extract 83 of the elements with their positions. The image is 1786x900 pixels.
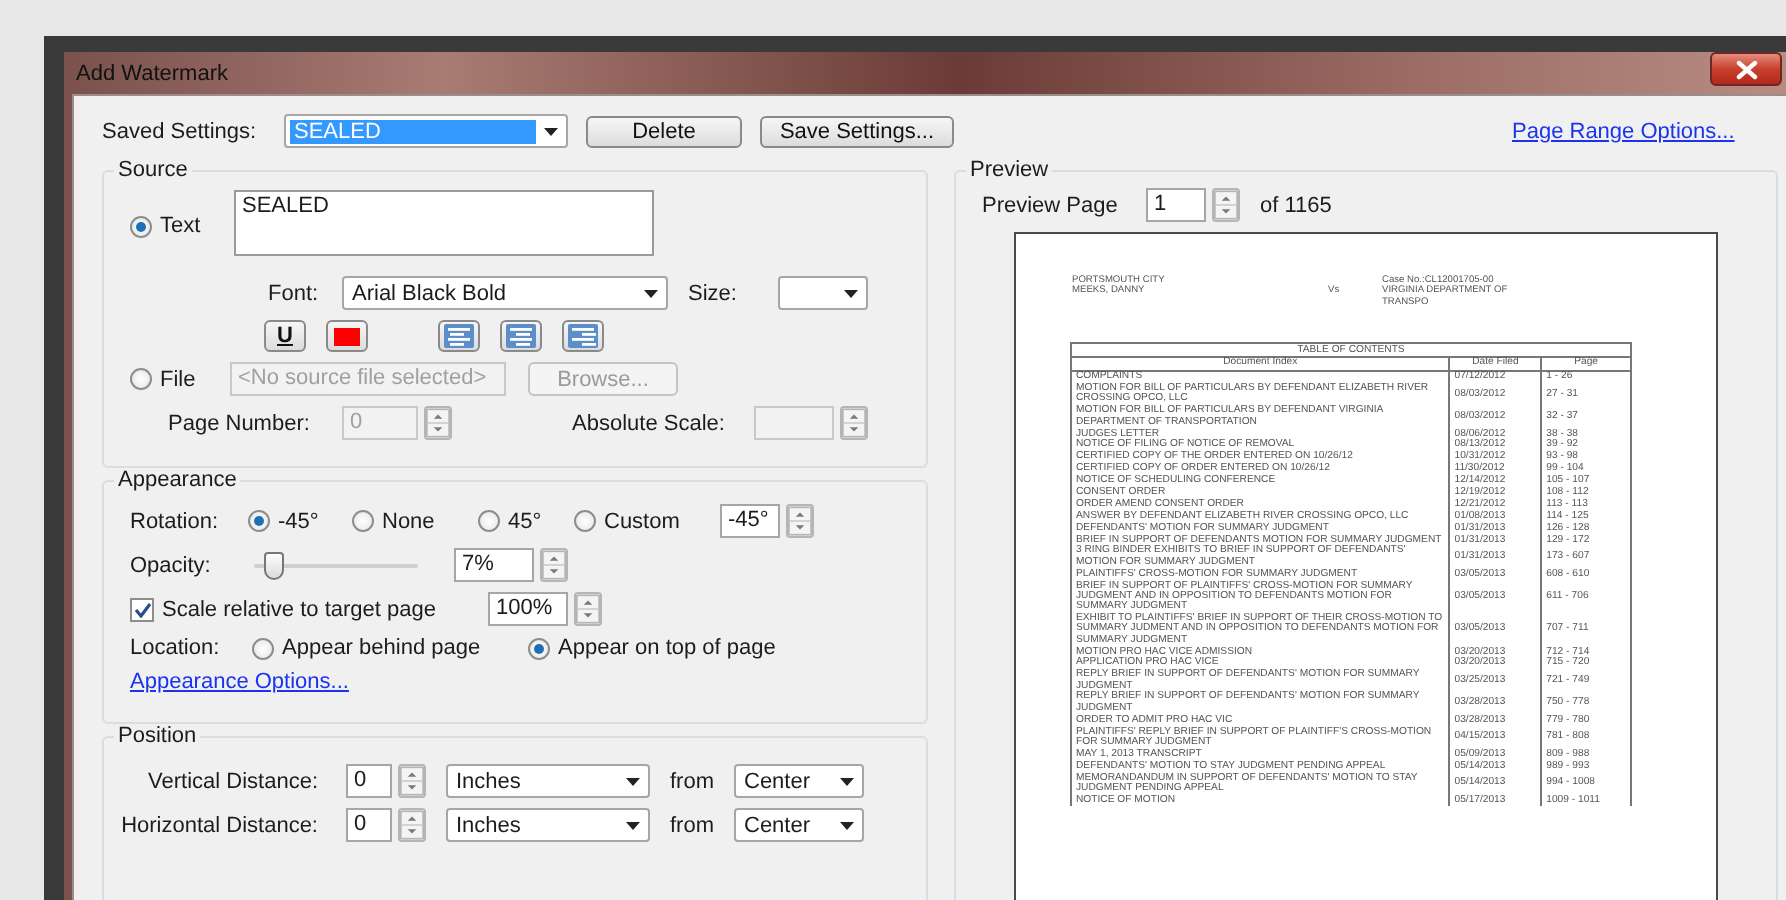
- caret-icon: [840, 821, 854, 829]
- font-dropdown[interactable]: Arial Black Bold: [342, 276, 668, 310]
- size-dropdown[interactable]: [778, 276, 868, 310]
- page-count: of 1165: [1260, 193, 1332, 217]
- radio-button[interactable]: [252, 637, 274, 659]
- spin-button[interactable]: [398, 764, 426, 798]
- group-title: Position: [116, 724, 199, 748]
- align-center-icon: [506, 324, 536, 348]
- distance-field[interactable]: 0: [346, 808, 392, 842]
- caret-icon: [644, 289, 658, 297]
- anchor-dropdown[interactable]: Center: [734, 764, 864, 798]
- distance-field[interactable]: 0: [346, 764, 392, 798]
- group-title: Appearance: [116, 468, 239, 492]
- checkbox[interactable]: [130, 597, 154, 621]
- field-label: Page Number:: [168, 411, 312, 435]
- checkbox-label: Scale relative to target page: [162, 597, 438, 621]
- spin-button[interactable]: [398, 808, 426, 842]
- radio-button[interactable]: [478, 510, 500, 532]
- group-title: Source: [116, 158, 190, 182]
- caret-icon: [544, 127, 558, 135]
- delete-button[interactable]: Delete: [586, 115, 742, 147]
- color-button[interactable]: [326, 320, 368, 352]
- close-icon: [1735, 59, 1757, 79]
- field-label: Horizontal Distance:: [119, 813, 320, 837]
- align-left-icon: [444, 324, 474, 348]
- field-label: from: [670, 813, 714, 837]
- group-title: Preview: [968, 158, 1051, 182]
- opacity-field[interactable]: 7%: [454, 548, 534, 582]
- radio-button[interactable]: [352, 510, 374, 532]
- field-label: Saved Settings:: [102, 119, 259, 143]
- field-label: Location:: [130, 636, 222, 660]
- color-swatch: [334, 327, 360, 345]
- field-label: Size:: [688, 281, 739, 305]
- page-field[interactable]: 1: [1146, 188, 1206, 222]
- spin-button[interactable]: [1212, 188, 1240, 222]
- spin-button[interactable]: [424, 406, 452, 440]
- radio-label: Custom: [604, 509, 680, 533]
- close-button[interactable]: [1710, 52, 1782, 86]
- spin-button[interactable]: [840, 406, 868, 440]
- align-button[interactable]: [438, 320, 480, 352]
- scale-field[interactable]: [754, 406, 834, 440]
- unit-dropdown[interactable]: Inches: [446, 764, 650, 798]
- opacity-slider[interactable]: [254, 551, 418, 579]
- caret-icon: [626, 777, 640, 785]
- radio-label: Appear on top of page: [558, 636, 776, 660]
- text-input[interactable]: SEALED: [234, 190, 654, 256]
- unit-dropdown[interactable]: Inches: [446, 808, 650, 842]
- scale-percent-field[interactable]: 100%: [488, 592, 568, 626]
- align-button[interactable]: [500, 320, 542, 352]
- rotation-field[interactable]: -45°: [720, 504, 780, 538]
- radio-button[interactable]: [574, 510, 596, 532]
- spin-button[interactable]: [786, 504, 814, 538]
- save-settings-button[interactable]: Save Settings...: [760, 115, 954, 147]
- radio-label: None: [382, 509, 435, 533]
- field-label: Font:: [268, 281, 321, 305]
- caret-icon: [844, 289, 858, 297]
- radio-label: File: [160, 367, 196, 391]
- align-button[interactable]: [562, 320, 604, 352]
- field-label: Absolute Scale:: [572, 411, 727, 435]
- field-label: Preview Page: [982, 193, 1120, 217]
- appearance-options-link[interactable]: Appearance Options...: [130, 670, 349, 694]
- field-label: Opacity:: [130, 553, 213, 577]
- radio-button[interactable]: [528, 637, 550, 659]
- radio-label: Text: [160, 214, 201, 238]
- radio-label: Appear behind page: [282, 636, 481, 660]
- checkmark-icon: [133, 601, 151, 617]
- field-label: Rotation:: [130, 509, 221, 533]
- spin-button[interactable]: [540, 548, 568, 582]
- page-range-link[interactable]: Page Range Options...: [1512, 119, 1735, 143]
- slider-thumb[interactable]: [264, 551, 285, 579]
- radio-label: 45°: [508, 509, 542, 533]
- align-right-icon: [568, 324, 598, 348]
- caret-icon: [840, 777, 854, 785]
- radio-button[interactable]: [130, 215, 152, 237]
- underline-button[interactable]: U: [264, 320, 306, 352]
- window-title: Add Watermark: [76, 61, 229, 85]
- field-label: from: [670, 769, 714, 793]
- spin-button[interactable]: [574, 592, 602, 626]
- anchor-dropdown[interactable]: Center: [734, 808, 864, 842]
- field-label: Vertical Distance:: [146, 769, 320, 793]
- caret-icon: [626, 821, 640, 829]
- radio-label: -45°: [278, 509, 319, 533]
- radio-button[interactable]: [248, 510, 270, 532]
